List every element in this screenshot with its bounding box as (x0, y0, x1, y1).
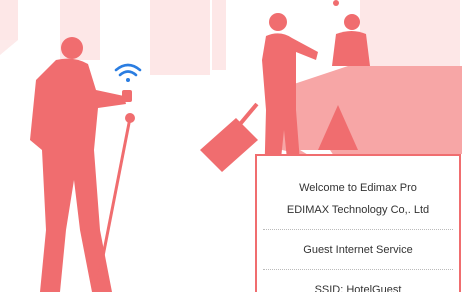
man-with-phone (30, 37, 132, 292)
welcome-card: Welcome to Edimax Pro EDIMAX Technology … (255, 154, 461, 292)
divider (263, 269, 453, 270)
wifi-icon (114, 63, 142, 82)
cane (94, 117, 132, 292)
divider (263, 229, 453, 230)
ssid-label: SSID: HotelGuest (314, 284, 402, 292)
reception-desk (282, 66, 462, 154)
service-name: Guest Internet Service (303, 244, 413, 256)
welcome-text: Welcome to Edimax Pro (299, 182, 417, 194)
company-name: EDIMAX Technology Co,. Ltd (286, 204, 430, 216)
